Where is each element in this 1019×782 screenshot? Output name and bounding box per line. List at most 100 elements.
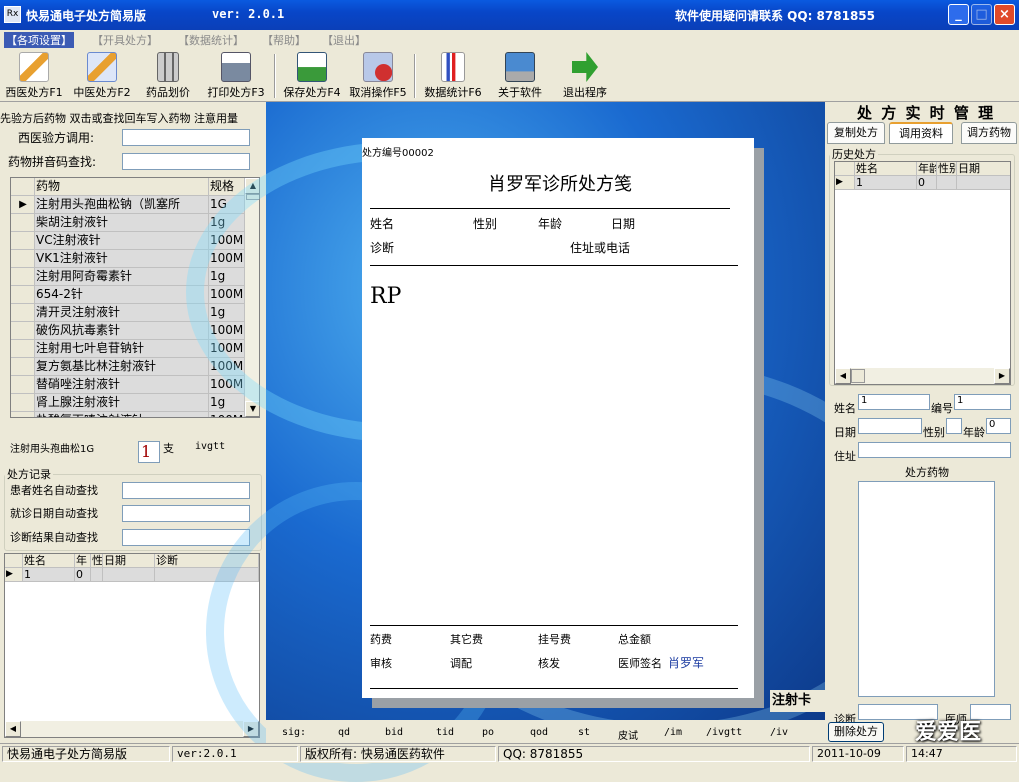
patient-search-input[interactable] [122, 482, 250, 499]
tab-load-data[interactable]: 调用资料 [889, 122, 953, 144]
shortcut-4[interactable]: po [482, 727, 494, 738]
r-address-label: 住址 [834, 450, 856, 463]
r-date-input[interactable] [858, 418, 922, 434]
tab-copy-prescription[interactable]: 复制处方 [827, 122, 885, 144]
pinyin-label: 药物拼音码查找: [8, 155, 97, 169]
quantity-input[interactable]: 1 [138, 441, 160, 463]
menu-statistics[interactable]: 【数据统计】 [178, 32, 244, 48]
table-header: 药物 规格 [11, 178, 259, 196]
scroll-right-icon[interactable]: ▶ [994, 368, 1010, 384]
r-gender-label: 性别 [923, 426, 945, 439]
drug-name-cell: 复方氨基比林注射液针 [35, 358, 209, 376]
drug-name-cell: 肾上腺注射液针 [35, 394, 209, 412]
total-label: 总金额 [618, 633, 651, 646]
table-row[interactable]: 替硝唑注射液针 100M [11, 376, 259, 394]
hist-age-header: 年龄 [917, 162, 937, 176]
r-age-input[interactable]: 0 [986, 418, 1011, 434]
print-prescription-button[interactable]: 打印处方F3 [203, 52, 269, 100]
cancel-operation-button[interactable]: 取消操作F5 [345, 52, 411, 100]
table-row[interactable]: 盐酸氯丙嗪注射液针100M [11, 412, 259, 417]
drug-name-cell: VC注射液针 [35, 232, 209, 250]
management-title: 处 方 实 时 管 理 [857, 104, 996, 122]
calculator-icon [157, 52, 179, 82]
drug-name-cell: 注射用七叶皂苷钠针 [35, 340, 209, 358]
patient-search-label: 患者姓名自动查找 [10, 484, 98, 497]
prescription-paper: 处方编号00002 肖罗军诊所处方笺 姓名 性别 年龄 日期 诊断 住址或电话 … [362, 138, 754, 698]
minimize-icon[interactable]: _ [948, 4, 969, 25]
rec-name-header: 姓名 [23, 554, 75, 568]
status-copyright: 版权所有: 快易通医药软件 [300, 746, 496, 762]
status-version: ver:2.0.1 [172, 746, 298, 762]
tab-adjust-drugs[interactable]: 调方药物 [961, 122, 1017, 144]
maximize-icon[interactable]: □ [971, 4, 992, 25]
app-icon[interactable]: Rx [4, 6, 21, 23]
scroll-left-icon[interactable]: ◀ [835, 368, 851, 384]
r-gender-input[interactable] [946, 418, 962, 434]
dispense-label: 调配 [450, 657, 472, 670]
hist-name-header: 姓名 [855, 162, 917, 176]
scroll-left-icon[interactable]: ◀ [5, 721, 21, 737]
chinese-prescription-button[interactable]: 中医处方F2 [70, 52, 134, 100]
save-icon [297, 52, 327, 82]
age-label: 年龄 [538, 217, 563, 231]
shortcut-10[interactable]: /iv [770, 727, 788, 738]
shortcut-6[interactable]: st [578, 727, 590, 738]
menu-exit[interactable]: 【退出】 [322, 32, 366, 48]
r-address-input[interactable] [858, 442, 1011, 458]
shortcut-7[interactable]: 皮试 [618, 727, 638, 742]
shortcut-0[interactable]: sig: [282, 727, 306, 738]
table-row[interactable]: 肾上腺注射液针 1g [11, 394, 259, 412]
about-button[interactable]: 关于软件 [492, 52, 548, 100]
r-drugs-list[interactable] [858, 481, 995, 697]
western-prescription-button[interactable]: 西医处方F1 [2, 52, 66, 100]
shortcut-2[interactable]: bid [385, 727, 403, 738]
drug-fee-label: 药费 [370, 633, 392, 646]
cancel-icon [363, 52, 393, 82]
shortcut-3[interactable]: tid [436, 727, 454, 738]
menu-settings[interactable]: 【各项设置】 [4, 32, 74, 48]
row-pointer-icon: ▶ [5, 568, 23, 582]
r-no-input[interactable]: 1 [954, 394, 1011, 410]
drug-name-cell: 654-2针 [35, 286, 209, 304]
rp-label: RP [370, 284, 402, 309]
drug-col-header: 药物 [35, 178, 209, 196]
clinic-title: 肖罗军诊所处方笺 [488, 174, 632, 195]
chart-icon [441, 52, 465, 82]
right-panel: 处 方 实 时 管 理 复制处方 调用资料 调方药物 历史处方 姓名 年龄 性别… [825, 102, 1019, 745]
toolbar-separator [274, 54, 276, 98]
gender-label: 性别 [473, 217, 498, 231]
injection-card-button[interactable]: 注射卡 [770, 690, 825, 712]
records-hscrollbar[interactable]: ◀ ▶ [5, 721, 259, 737]
shortcut-bar: sig: qd bid tid po qod st 皮试/im/ivgtt/iv [266, 720, 825, 743]
pricing-button[interactable]: 药品划价 [140, 52, 196, 100]
row-pointer-icon: ▶ [835, 176, 855, 190]
review-label: 审核 [370, 657, 392, 670]
chinese-prescription-icon [87, 52, 117, 82]
menu-bar: 【各项设置】 【开具处方】 【数据统计】 【帮助】 【退出】 [0, 30, 1019, 48]
exit-program-button[interactable]: 退出程序 [557, 52, 613, 100]
close-icon[interactable]: × [994, 4, 1015, 25]
template-input[interactable] [122, 129, 250, 146]
diag-search-input[interactable] [122, 529, 250, 546]
scroll-thumb[interactable] [851, 369, 865, 383]
hist-date-header: 日期 [957, 162, 1010, 176]
window-version: ver: 2.0.1 [212, 7, 285, 21]
history-hscrollbar[interactable]: ◀ ▶ [835, 368, 1010, 384]
r-name-input[interactable]: 1 [858, 394, 930, 410]
rec-gender-header: 性 [91, 554, 103, 568]
save-prescription-button[interactable]: 保存处方F4 [279, 52, 345, 100]
shortcut-5[interactable]: qod [530, 727, 548, 738]
shortcut-1[interactable]: qd [338, 727, 350, 738]
table-row[interactable]: ▶ 1 0 [835, 176, 1010, 190]
shortcut-9[interactable]: /ivgtt [706, 727, 742, 738]
other-fee-label: 其它费 [450, 633, 483, 646]
menu-help[interactable]: 【帮助】 [262, 32, 306, 48]
shortcut-8[interactable]: /im [664, 727, 682, 738]
hist-gender-header: 性别 [937, 162, 957, 176]
pinyin-search-input[interactable] [122, 153, 250, 170]
delete-prescription-button[interactable]: 删除处方 [828, 722, 884, 742]
menu-prescribe[interactable]: 【开具处方】 [92, 32, 158, 48]
date-search-input[interactable] [122, 505, 250, 522]
statistics-button[interactable]: 数据统计F6 [420, 52, 486, 100]
address-label: 住址或电话 [570, 241, 631, 255]
